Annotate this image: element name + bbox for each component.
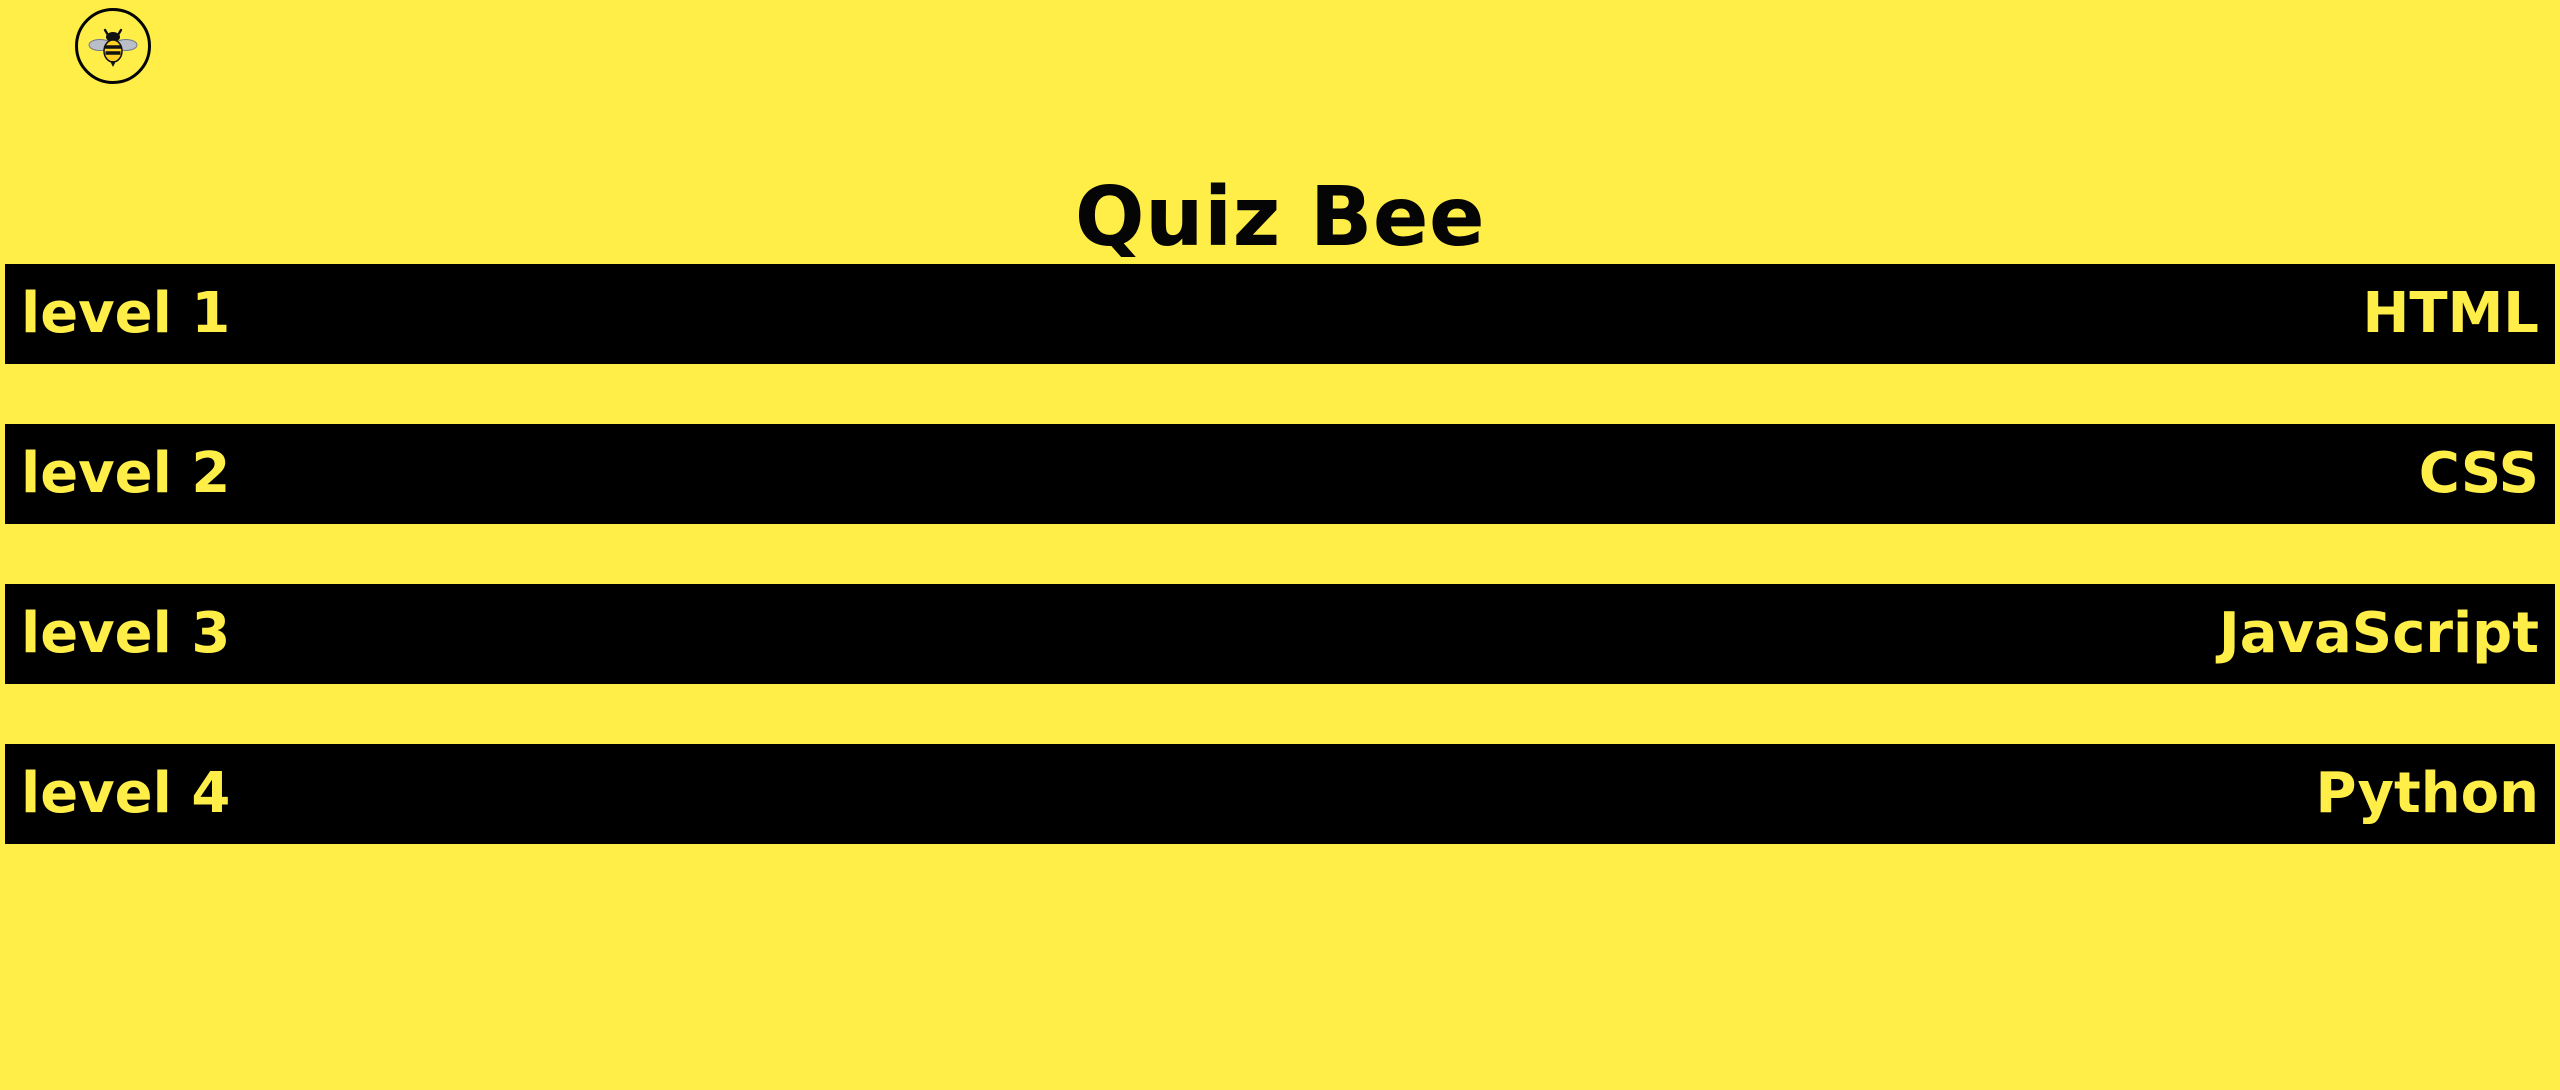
- level-4-button[interactable]: level 4 Python: [5, 744, 2555, 844]
- level-label: level 2: [21, 441, 231, 506]
- level-subject: JavaScript: [2218, 601, 2539, 666]
- level-subject: Python: [2315, 761, 2539, 826]
- level-label: level 3: [21, 601, 231, 666]
- level-1-button[interactable]: level 1 HTML: [5, 264, 2555, 364]
- bee-logo: [75, 8, 151, 84]
- page-title: Quiz Bee: [1074, 169, 1486, 265]
- level-subject: HTML: [2362, 281, 2539, 346]
- level-subject: CSS: [2418, 441, 2539, 506]
- level-list: level 1 HTML level 2 CSS level 3 JavaScr…: [5, 264, 2555, 844]
- level-label: level 1: [21, 281, 231, 346]
- level-3-button[interactable]: level 3 JavaScript: [5, 584, 2555, 684]
- level-2-button[interactable]: level 2 CSS: [5, 424, 2555, 524]
- bee-icon: [88, 28, 138, 67]
- level-label: level 4: [21, 761, 231, 826]
